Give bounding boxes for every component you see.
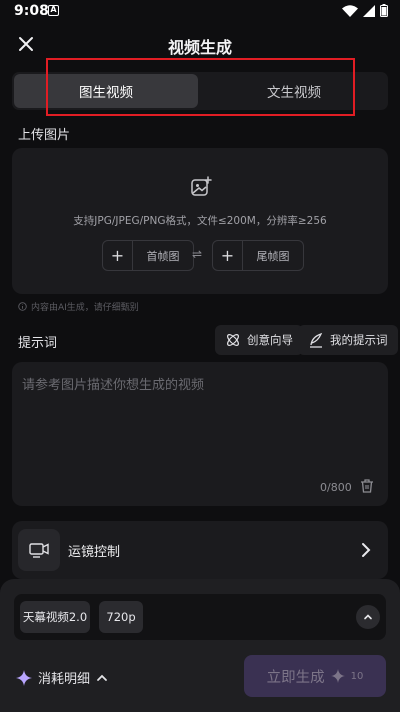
prompt-section-label: 提示词 [18,336,58,351]
camera-icon [18,529,60,571]
camera-control-row[interactable]: 运镜控制 [12,521,388,579]
battery-icon [380,4,388,17]
plus-icon: + [213,241,243,270]
sparkle-icon [16,669,32,686]
creative-guide-label: 创意向导 [247,333,293,347]
status-time: 9:08 [14,3,49,19]
swap-icon[interactable]: ⇌ [192,247,202,261]
creative-guide-button[interactable]: 创意向导 [215,325,303,355]
plus-icon: + [103,241,133,270]
pen-icon [310,332,323,348]
notification-icon: A [48,5,59,16]
ai-notice-text: 内容由AI生成，请仔细甄别 [31,303,139,313]
generate-button[interactable]: 立即生成 10 [244,655,386,697]
resolution-chip[interactable]: 720p [99,601,143,633]
chevron-up-icon [97,674,107,681]
chevron-up-icon[interactable] [356,605,380,629]
last-frame-button[interactable]: + 尾帧图 [212,240,304,271]
first-frame-label: 首帧图 [146,249,180,263]
highlight-box [46,58,355,116]
my-prompts-label: 我的提示词 [330,333,388,347]
prompt-input[interactable]: 请参考图片描述你想生成的视频 0/800 [12,362,388,506]
status-bar: 9:08 A [0,0,400,24]
generate-cost: 10 [350,670,364,682]
ai-notice: 内容由AI生成，请仔细甄别 [18,300,139,313]
last-frame-label: 尾帧图 [256,249,290,263]
char-count: 0/800 [320,481,352,494]
generation-options: 天幕视频2.0 720p [14,594,386,640]
sparkle-icon [330,669,345,683]
creative-guide-icon [227,334,239,346]
generate-label: 立即生成 [266,669,325,686]
page-title: 视频生成 [167,38,232,57]
bottom-panel: 天幕视频2.0 720p 消耗明细 立即生成 10 [0,579,400,712]
upload-hint: 支持JPG/JPEG/PNG格式，文件≤200M，分辨率≥256 [73,215,327,227]
camera-control-label: 运镜控制 [68,545,121,560]
chevron-right-icon [362,543,371,557]
consume-label: 消耗明细 [38,672,91,687]
consume-details-toggle[interactable]: 消耗明细 [16,668,108,687]
header: 视频生成 [0,26,400,62]
add-image-icon [190,176,212,198]
my-prompts-button[interactable]: 我的提示词 [298,325,398,355]
upload-section-label: 上传图片 [18,128,71,143]
signal-icon [363,4,375,17]
trash-icon[interactable] [359,478,375,494]
prompt-placeholder: 请参考图片描述你想生成的视频 [22,378,205,393]
upload-area[interactable]: 支持JPG/JPEG/PNG格式，文件≤200M，分辨率≥256 + 首帧图 ⇌… [12,148,388,294]
wifi-icon [342,4,358,17]
first-frame-button[interactable]: + 首帧图 [102,240,194,271]
model-chip[interactable]: 天幕视频2.0 [20,601,90,633]
info-icon [18,302,27,311]
status-icons [342,4,388,17]
